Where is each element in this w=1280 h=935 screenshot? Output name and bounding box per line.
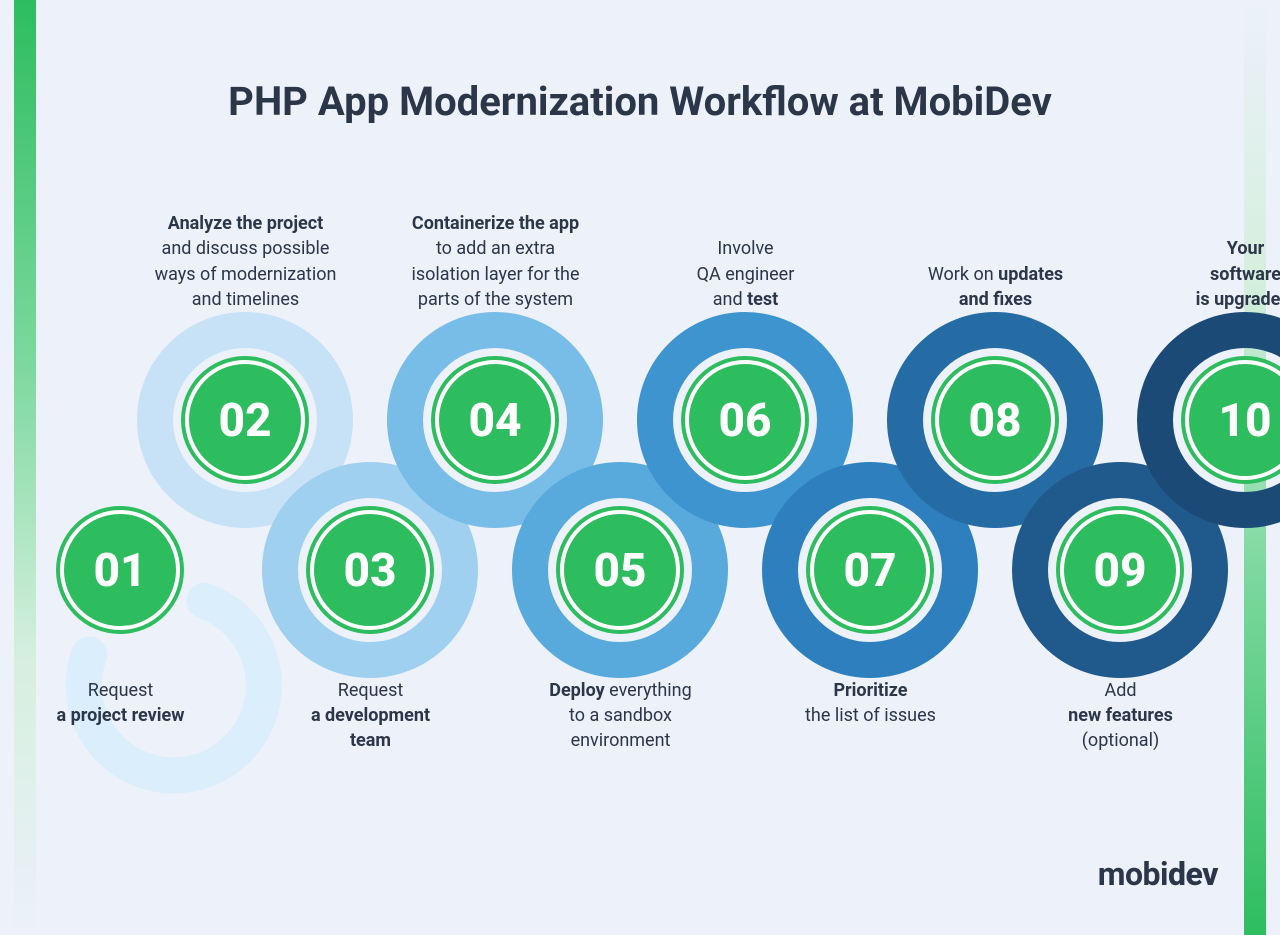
step-label-04: Containerize the appto add an extraisola… [388,211,603,312]
step-label-06: InvolveQA engineerand test [638,236,853,312]
brand-dev: dev [1168,855,1218,893]
step-label-02: Analyze the projectand discuss possiblew… [138,211,353,312]
step-node-10: 10 [1181,356,1280,484]
brand-mobi: mobi [1098,855,1168,893]
step-node-02: 02 [181,356,309,484]
step-node-05: 05 [556,506,684,634]
workflow-diagram: 01 02 03 04 05 06 07 08 09 10 [0,0,1280,935]
svg-text:02: 02 [218,394,271,448]
svg-text:06: 06 [718,394,771,448]
step-label-10: Yoursoftwareis upgraded! [1138,236,1280,312]
svg-text:01: 01 [93,544,146,598]
step-node-03: 03 [306,506,434,634]
step-node-07: 07 [806,506,934,634]
svg-text:03: 03 [343,544,396,598]
svg-text:09: 09 [1093,544,1146,598]
svg-text:08: 08 [968,394,1021,448]
step-node-01: 01 [56,506,184,634]
svg-text:05: 05 [593,544,646,598]
svg-text:10: 10 [1218,394,1271,448]
step-label-03: Requesta developmentteam [263,678,478,754]
step-node-08: 08 [931,356,1059,484]
step-node-09: 09 [1056,506,1184,634]
brand-logo: mobidev [1098,855,1218,893]
step-label-07: Prioritizethe list of issues [763,678,978,728]
step-label-08: Work on updatesand fixes [888,262,1103,312]
step-label-05: Deploy everythingto a sandboxenvironment [513,678,728,754]
svg-text:07: 07 [843,544,896,598]
svg-text:04: 04 [468,394,521,448]
step-label-01: Requesta project review [13,678,228,728]
step-label-09: Addnew features(optional) [1013,678,1228,754]
step-node-04: 04 [431,356,559,484]
step-node-06: 06 [681,356,809,484]
